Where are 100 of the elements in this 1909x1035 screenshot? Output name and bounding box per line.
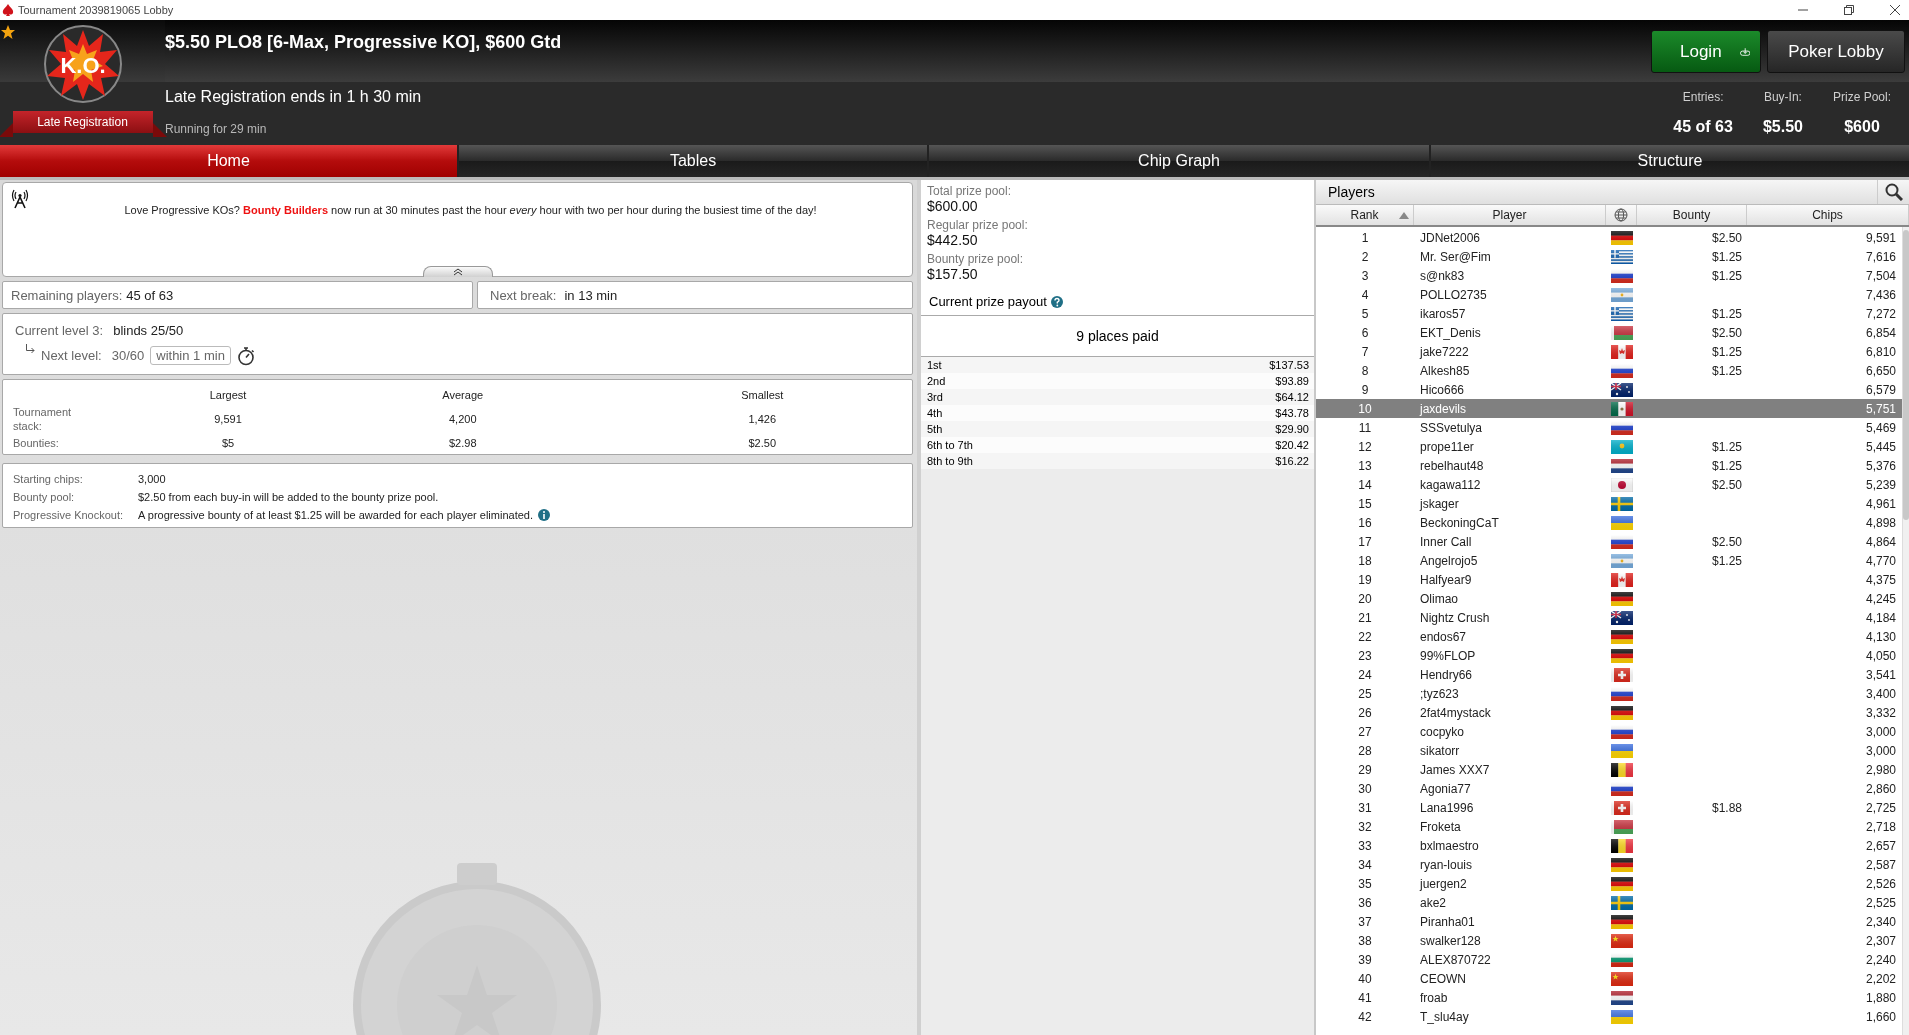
rank-cell-text: 36 [1357, 895, 1373, 910]
chips-cell-text: 2,587 [1864, 857, 1897, 872]
table-row[interactable]: 16 BeckoningCaT 4,898 [1316, 513, 1902, 532]
table-row[interactable]: 31 Lana1996 $1.88 2,725 [1316, 798, 1902, 817]
restore-icon[interactable] [1843, 4, 1855, 16]
chips-cell-text: 1,660 [1864, 1009, 1897, 1024]
pool-value: $600.00 [927, 198, 979, 214]
scroll-thumb[interactable] [1903, 230, 1909, 520]
chips-cell-text: 6,579 [1864, 382, 1897, 397]
table-row[interactable]: 28 sikatorr 3,000 [1316, 741, 1902, 760]
detail-label: Starting chips: [13, 473, 84, 485]
player-name: Nightz Crush [1419, 610, 1491, 625]
table-row[interactable]: 7 jake7222 $1.25 6,810 [1316, 342, 1902, 361]
tab[interactable]: Structure [1431, 145, 1909, 177]
table-row[interactable]: 35 juergen2 2,526 [1316, 874, 1902, 893]
chips-cell-text: 5,376 [1864, 458, 1897, 473]
table-row[interactable]: 36 ake2 2,525 [1316, 893, 1902, 912]
table-row[interactable]: 41 froab 1,880 [1316, 988, 1902, 1007]
collapse-button[interactable] [423, 266, 493, 277]
table-row[interactable]: 20 Olimao 4,245 [1316, 589, 1902, 608]
table-row[interactable]: 8 Alkesh85 $1.25 6,650 [1316, 361, 1902, 380]
column-header[interactable]: Chips [1747, 205, 1909, 225]
table-row[interactable]: 39 ALEX870722 2,240 [1316, 950, 1902, 969]
player-name: kagawa112 [1419, 477, 1482, 492]
chips-cell-text: 2,307 [1864, 933, 1897, 948]
column-header[interactable]: Bounty [1637, 205, 1747, 225]
table-row[interactable]: 22 endos67 4,130 [1316, 627, 1902, 646]
globe-icon [1614, 208, 1628, 222]
table-row[interactable]: 32 Froketa 2,718 [1316, 817, 1902, 836]
table-row[interactable]: 5 ikaros57 $1.25 7,272 [1316, 304, 1902, 323]
amount-cell: $16.22 [1275, 455, 1309, 467]
column-header[interactable]: Player [1414, 205, 1606, 225]
table-row[interactable]: 1 JDNet2006 $2.50 9,591 [1316, 228, 1902, 247]
bounty-cell-text: $1.88 [1710, 800, 1743, 815]
chips-cell-text: 6,854 [1864, 325, 1897, 340]
tab[interactable]: Chip Graph [929, 145, 1429, 177]
scrollbar[interactable] [1902, 227, 1909, 1035]
table-row[interactable]: 40 CEOWN 2,202 [1316, 969, 1902, 988]
bounty-cell-text: $2.50 [1710, 534, 1743, 549]
column-header[interactable]: Rank [1316, 205, 1414, 225]
table-row[interactable]: 10 jaxdevils 5,751 [1316, 399, 1902, 418]
table-row[interactable]: 30 Agonia77 2,860 [1316, 779, 1902, 798]
player-name: ake2 [1419, 895, 1448, 910]
remaining-value: 45 of 63 [126, 287, 174, 303]
rank-cell-text: 34 [1357, 857, 1373, 872]
table-row[interactable]: 23 99%FLOP 4,050 [1316, 646, 1902, 665]
login-button[interactable]: Login [1651, 30, 1761, 73]
table-row[interactable]: 42 T_slu4ay 1,660 [1316, 1007, 1902, 1026]
chips-cell-text: 5,751 [1864, 401, 1897, 416]
table-row[interactable]: 4 POLLO2735 7,436 [1316, 285, 1902, 304]
player-name: Alkesh85 [1419, 363, 1471, 378]
flag-icon [1610, 553, 1633, 568]
bounty-cell-text: $2.50 [1710, 325, 1743, 340]
table-row[interactable]: 19 Halfyear9 4,375 [1316, 570, 1902, 589]
close-icon[interactable] [1889, 4, 1901, 16]
flag-icon [1610, 268, 1633, 283]
table-row[interactable]: 21 Nightz Crush 4,184 [1316, 608, 1902, 627]
player-name: juergen2 [1418, 876, 1468, 891]
table-row[interactable]: 11 SSSvetulya 5,469 [1316, 418, 1902, 437]
rank-cell-text: 15 [1357, 496, 1373, 511]
table-row[interactable]: 2 Mr. Ser@Fim $1.25 7,616 [1316, 247, 1902, 266]
flag-icon [1610, 990, 1633, 1005]
table-row[interactable]: 17 Inner Call $2.50 4,864 [1316, 532, 1902, 551]
collapse-icon [453, 268, 463, 276]
lobby-button[interactable]: Poker Lobby [1767, 30, 1905, 73]
table-row[interactable]: 9 Hico666 6,579 [1316, 380, 1902, 399]
table-row[interactable]: 3 s@nk83 $1.25 7,504 [1316, 266, 1902, 285]
table-row[interactable]: 18 Angelrojo5 $1.25 4,770 [1316, 551, 1902, 570]
tab[interactable]: Tables [459, 145, 927, 177]
player-name: endos67 [1419, 629, 1468, 644]
table-row[interactable]: 6 EKT_Denis $2.50 6,854 [1316, 323, 1902, 342]
table-row[interactable]: 26 2fat4mystack 3,332 [1316, 703, 1902, 722]
flag-icon [1610, 952, 1633, 967]
spade-icon [2, 3, 14, 17]
table-row[interactable]: 15 jskager 4,961 [1316, 494, 1902, 513]
table-row[interactable]: 14 kagawa112 $2.50 5,239 [1316, 475, 1902, 494]
table-row[interactable]: 29 James XXX7 2,980 [1316, 760, 1902, 779]
table-row[interactable]: 13 rebelhaut48 $1.25 5,376 [1316, 456, 1902, 475]
rank-cell-text: 16 [1357, 515, 1373, 530]
news-message: Love Progressive KOs? Bounty Builders now run at 30 minutes past the hour every hour with two per hour during the busiest time of the day! [123, 203, 818, 216]
table-row[interactable]: 33 bxlmaestro 2,657 [1316, 836, 1902, 855]
chips-cell-text: 3,332 [1864, 705, 1897, 720]
table-row[interactable]: 24 Hendry66 3,541 [1316, 665, 1902, 684]
rank-cell-text: 37 [1357, 914, 1373, 929]
level-label: Current level 3: [15, 322, 104, 338]
table-row[interactable]: 12 prope11er $1.25 5,445 [1316, 437, 1902, 456]
table-row[interactable]: 37 Piranha01 2,340 [1316, 912, 1902, 931]
flag-icon [1610, 591, 1633, 606]
flag-icon [1610, 857, 1633, 872]
next-level-value: 30/60 [111, 348, 145, 363]
detail-label: Bounty pool: [13, 491, 76, 503]
tab[interactable]: Home [0, 145, 457, 177]
table-row[interactable]: 34 ryan-louis 2,587 [1316, 855, 1902, 874]
rank-cell-text: 30 [1357, 781, 1373, 796]
table-row[interactable]: 25 ;tyz623 3,400 [1316, 684, 1902, 703]
table-row[interactable]: 27 cocpyko 3,000 [1316, 722, 1902, 741]
table-row[interactable]: 38 swalker128 2,307 [1316, 931, 1902, 950]
player-name: prope11er [1419, 439, 1475, 454]
flag-icon [1610, 496, 1633, 511]
rank-cell-text: 21 [1357, 610, 1373, 625]
